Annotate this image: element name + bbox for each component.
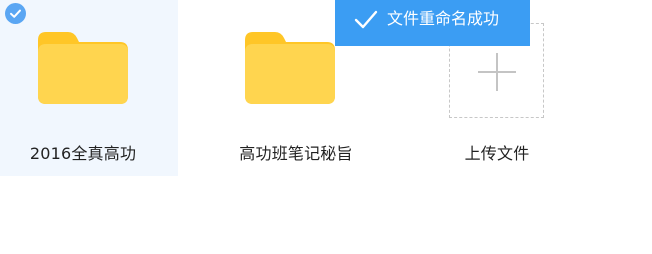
folder-name-label[interactable]: 高功班笔记秘旨 [207, 140, 385, 164]
folder-icon [245, 30, 335, 104]
plus-icon [478, 53, 516, 91]
selected-check-icon[interactable] [5, 3, 26, 24]
file-grid: 2016全真高功 高功班笔记秘旨 上传文件 文件重命名成功 [0, 0, 652, 254]
success-toast: 文件重命名成功 [335, 0, 530, 46]
check-icon [354, 9, 378, 35]
folder-name-label[interactable]: 2016全真高功 [0, 140, 172, 164]
toast-message: 文件重命名成功 [387, 9, 500, 28]
folder-item-1[interactable]: 2016全真高功 [0, 0, 178, 176]
upload-label[interactable]: 上传文件 [408, 140, 586, 164]
folder-icon [38, 30, 128, 104]
